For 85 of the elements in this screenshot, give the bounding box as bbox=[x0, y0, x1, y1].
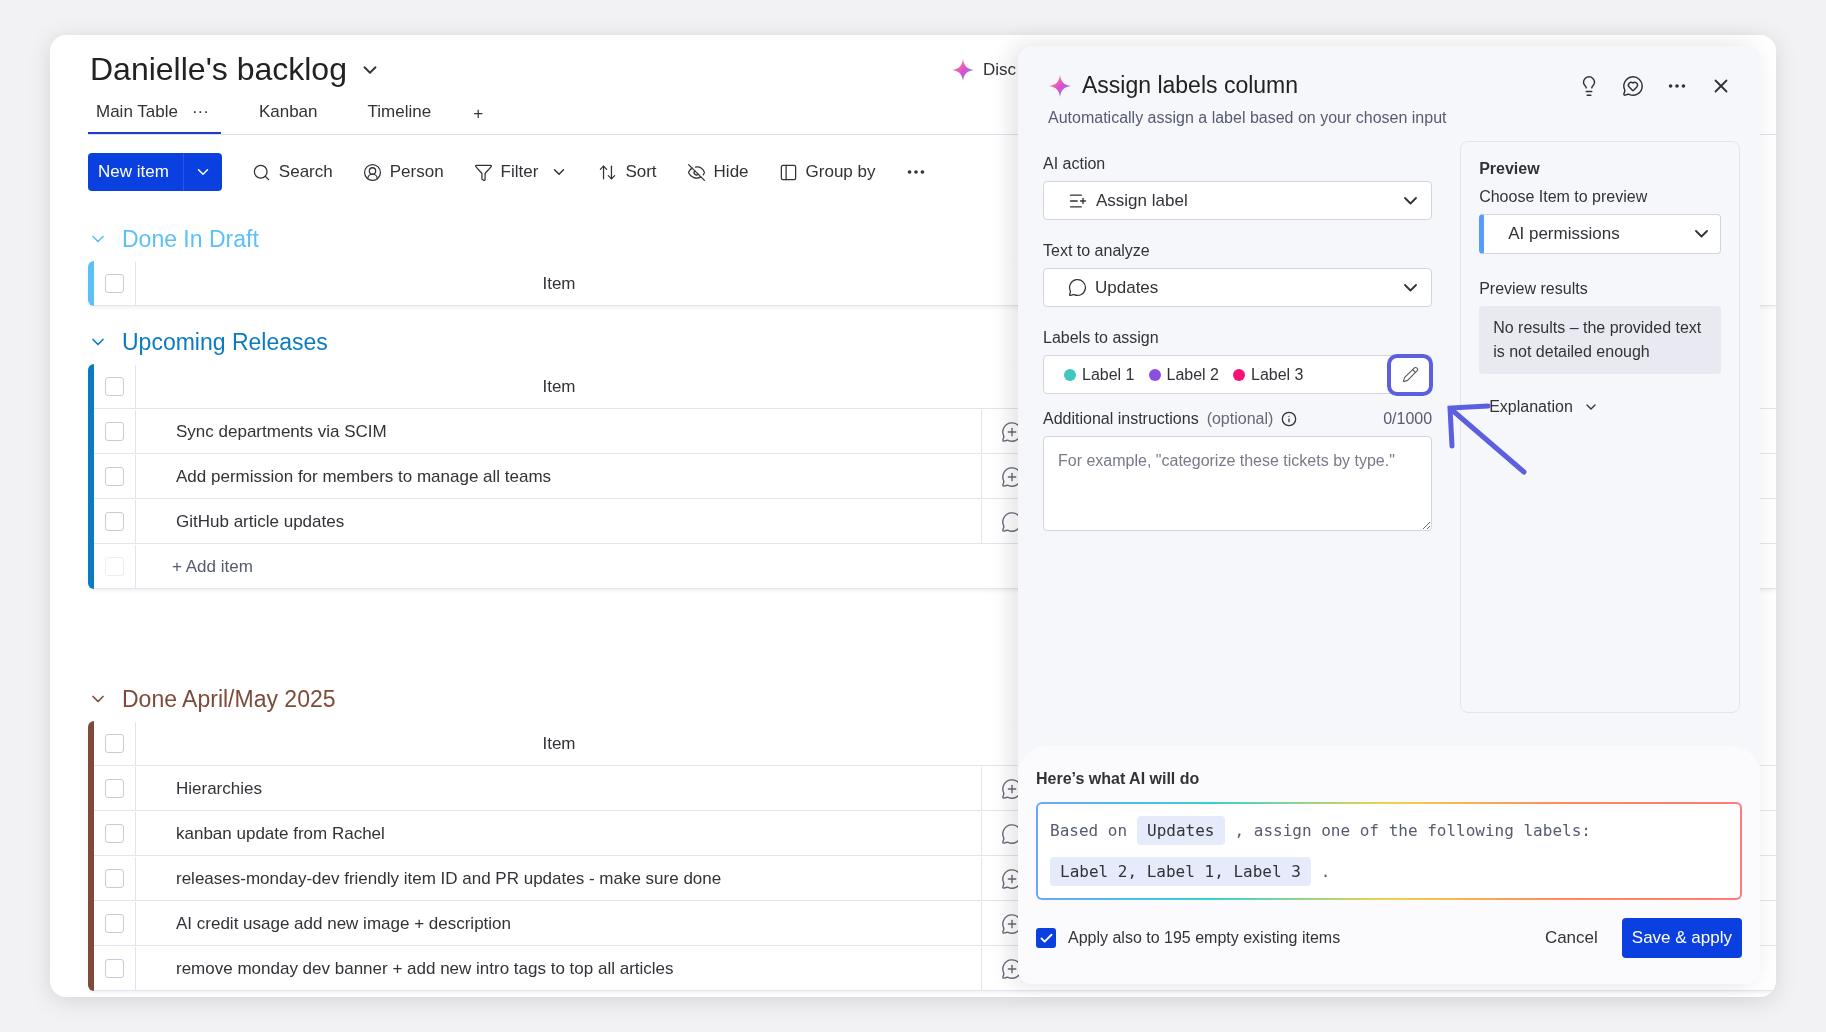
item-name[interactable]: releases-monday-dev friendly item ID and PR updates - make sure done bbox=[176, 868, 722, 889]
checkbox[interactable] bbox=[105, 274, 124, 293]
eye-off-icon bbox=[686, 162, 706, 182]
preview-item-select[interactable]: AI permissions bbox=[1479, 214, 1721, 254]
field-label: Preview results bbox=[1479, 280, 1589, 298]
checkbox[interactable] bbox=[105, 959, 124, 978]
item-name[interactable]: Hierarchies bbox=[176, 778, 262, 799]
item-name[interactable]: Sync departments via SCIM bbox=[176, 421, 387, 442]
toolbar-button[interactable]: Search bbox=[251, 162, 333, 183]
variable-chip: Label 2, Label 1, Label 3 bbox=[1050, 857, 1311, 886]
character-counter: 0/1000 bbox=[1383, 410, 1433, 428]
explanation-toggle[interactable]: Explanation bbox=[1479, 398, 1721, 416]
text-source-select[interactable]: Updates bbox=[1043, 268, 1433, 307]
prompt-text: . bbox=[1320, 862, 1331, 881]
view-tab[interactable]: Kanban bbox=[250, 102, 330, 135]
item-name[interactable]: kanban update from Rachel bbox=[176, 823, 385, 844]
chevron-down-icon bbox=[1404, 196, 1418, 205]
edit-button[interactable] bbox=[1387, 353, 1434, 396]
tab-menu[interactable]: ··· bbox=[191, 102, 209, 123]
label-name: Label 2 bbox=[1166, 365, 1219, 384]
speech-bubble-icon bbox=[1068, 278, 1087, 297]
labels-field[interactable]: Label 1 Label 2 Label 3 bbox=[1043, 355, 1433, 394]
view-tab[interactable]: Main Table ··· bbox=[88, 102, 221, 135]
cancel-button[interactable]: Cancel bbox=[1532, 920, 1610, 956]
checkbox[interactable] bbox=[105, 467, 124, 486]
add-item-link[interactable]: + Add item bbox=[172, 556, 253, 577]
item-name[interactable]: Add permission for members to manage all teams bbox=[176, 466, 552, 487]
save-button[interactable]: Save & apply bbox=[1621, 918, 1742, 958]
add-view-button[interactable]: + bbox=[473, 104, 484, 135]
item-name[interactable]: GitHub article updates bbox=[176, 511, 345, 532]
variable-chip: Updates bbox=[1137, 816, 1225, 845]
panel-subtitle: Automatically assign a label based on your chosen input bbox=[1048, 109, 1448, 127]
field-label: Additional instructions bbox=[1043, 410, 1199, 428]
field-label: AI action bbox=[1043, 155, 1107, 173]
checkbox[interactable] bbox=[105, 377, 124, 396]
pencil-icon bbox=[1401, 366, 1419, 383]
checkbox[interactable] bbox=[105, 869, 124, 888]
view-tab[interactable]: Timeline bbox=[359, 102, 444, 135]
toolbar-button[interactable]: Person bbox=[362, 162, 444, 183]
info-icon[interactable] bbox=[1281, 411, 1298, 427]
prompt-text: Based on bbox=[1050, 821, 1128, 840]
label-name: Label 3 bbox=[1251, 365, 1304, 384]
checkbox[interactable] bbox=[105, 512, 124, 531]
optional-hint: (optional) bbox=[1206, 410, 1274, 428]
search-icon bbox=[251, 162, 271, 182]
toolbar-button[interactable]: Filter bbox=[473, 162, 539, 183]
column-header: Item bbox=[541, 272, 577, 295]
toolbar-button[interactable]: Sort bbox=[598, 162, 657, 183]
label-name: Label 1 bbox=[1082, 365, 1135, 384]
field-label: Choose Item to preview bbox=[1479, 188, 1649, 206]
preview-title: Preview bbox=[1479, 160, 1541, 178]
prompt-text: , assign one of the following labels: bbox=[1234, 821, 1591, 840]
item-name[interactable]: remove monday dev banner + add new intro tags to top all articles bbox=[176, 958, 674, 979]
summary-heading: Here’s what AI will do bbox=[1036, 770, 1201, 788]
apply-label: Apply also to 195 empty existing items bbox=[1068, 929, 1341, 947]
checkbox[interactable] bbox=[105, 779, 124, 798]
ai-link[interactable]: Disc bbox=[982, 59, 1016, 80]
checkbox[interactable] bbox=[105, 422, 124, 441]
filter-icon bbox=[473, 162, 493, 182]
feedback-icon[interactable] bbox=[1622, 74, 1644, 97]
checkbox[interactable] bbox=[105, 824, 124, 843]
board-title: Danielle's backlog bbox=[90, 51, 347, 88]
new-item-button[interactable]: New item bbox=[88, 153, 222, 192]
column-header: Item bbox=[541, 732, 577, 755]
panel-title: Assign labels column bbox=[1082, 72, 1299, 99]
apply-checkbox[interactable] bbox=[1036, 928, 1056, 948]
preview-result: No results – the provided text is not detailed enough bbox=[1479, 306, 1721, 374]
item-name[interactable]: AI credit usage add new image + description bbox=[176, 913, 511, 934]
toolbar-button[interactable]: Group by bbox=[778, 162, 876, 183]
field-label: Labels to assign bbox=[1043, 329, 1160, 347]
ai-action-select[interactable]: Assign label bbox=[1043, 181, 1433, 220]
column-header: Item bbox=[541, 375, 577, 398]
chevron-down-icon bbox=[1695, 230, 1708, 238]
person-icon bbox=[362, 162, 382, 182]
chevron-down-icon bbox=[1404, 283, 1418, 292]
new-item-main[interactable]: New item bbox=[88, 153, 184, 192]
panel-icon bbox=[778, 162, 798, 182]
checkbox[interactable] bbox=[105, 914, 124, 933]
group-title[interactable]: Done April/May 2025 bbox=[122, 685, 336, 713]
sort-icon bbox=[598, 162, 618, 182]
toolbar-button[interactable]: Hide bbox=[686, 162, 749, 183]
checkbox[interactable] bbox=[105, 734, 124, 753]
instructions-field[interactable]: For example, "categorize these tickets by type." bbox=[1043, 436, 1433, 531]
field-label: Text to analyze bbox=[1043, 242, 1151, 260]
group-title[interactable]: Upcoming Releases bbox=[122, 328, 328, 356]
